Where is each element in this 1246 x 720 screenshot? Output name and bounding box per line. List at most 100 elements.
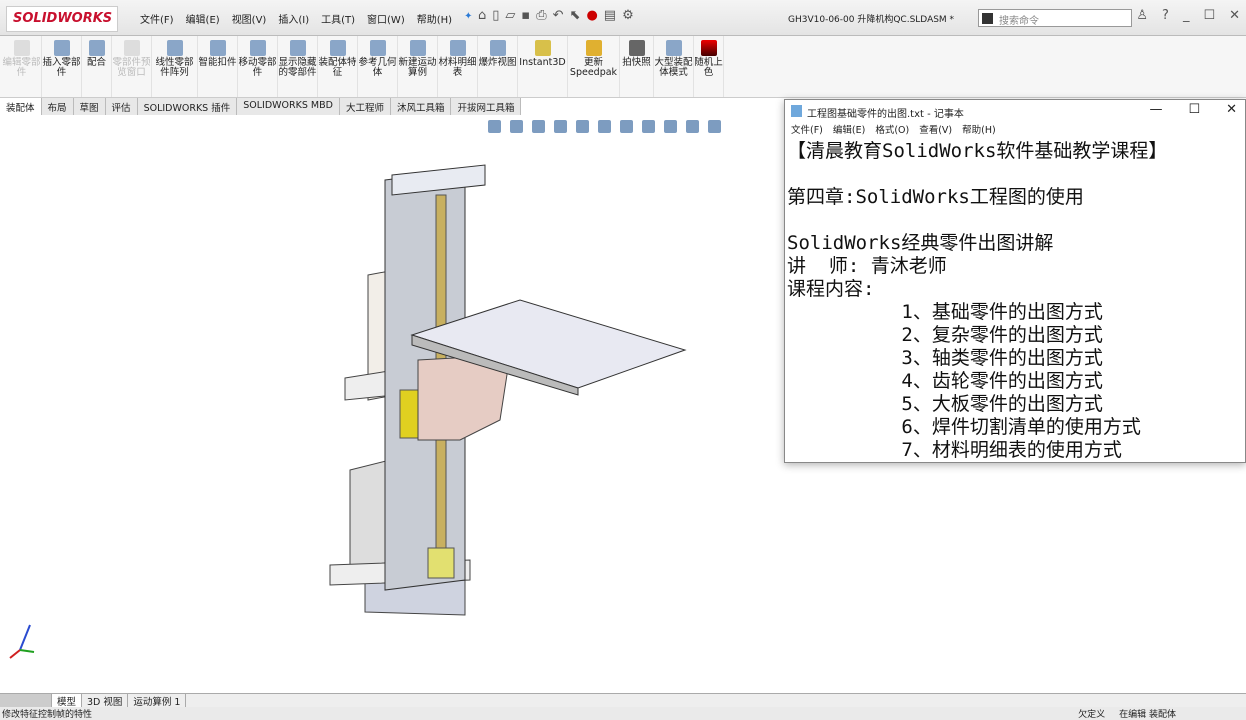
- reference-geometry-button[interactable]: 参考几何体: [358, 36, 398, 97]
- view-settings-icon[interactable]: [708, 120, 721, 133]
- edit-component-button[interactable]: 编辑零部件: [2, 36, 42, 97]
- maximize-button[interactable]: ☐: [1203, 8, 1215, 23]
- notepad-line: [787, 163, 1245, 186]
- exploded-view-button[interactable]: 爆炸视图: [478, 36, 518, 97]
- menu-view[interactable]: 视图(V): [232, 11, 267, 26]
- tab-assembly[interactable]: 装配体: [0, 98, 42, 115]
- tab-sketch[interactable]: 草图: [73, 98, 106, 115]
- tab-engineer[interactable]: 大工程师: [339, 98, 391, 115]
- status-message: 修改特征控制帧的特性: [2, 710, 93, 720]
- zoom-to-area-icon[interactable]: [510, 120, 523, 133]
- menu-edit[interactable]: 编辑(E): [186, 11, 220, 26]
- minimize-button[interactable]: _: [1183, 8, 1190, 23]
- title-bar: SOLIDWORKS 文件(F) 编辑(E) 视图(V) 插入(I) 工具(T)…: [0, 0, 1246, 36]
- rebuild-icon[interactable]: ●: [586, 8, 597, 23]
- insert-component-button[interactable]: 插入零部件: [42, 36, 82, 97]
- menu-insert[interactable]: 插入(I): [278, 11, 309, 26]
- tab-evaluate[interactable]: 评估: [105, 98, 138, 115]
- instant3d-button[interactable]: Instant3D: [518, 36, 568, 97]
- notepad-line: 【清晨教育SolidWorks软件基础教学课程】: [787, 140, 1168, 162]
- notepad-line: 第四章:SolidWorks工程图的使用: [787, 186, 1084, 208]
- random-color-icon: [700, 40, 717, 56]
- menu-tools[interactable]: 工具(T): [321, 11, 355, 26]
- tab-kaiba-toolbox[interactable]: 开拔网工具箱: [451, 98, 522, 115]
- new-document-icon[interactable]: ▯: [492, 8, 499, 23]
- notepad-close-button[interactable]: ✕: [1226, 102, 1237, 117]
- take-snapshot-button[interactable]: 拍快照: [620, 36, 654, 97]
- notepad-menu-view[interactable]: 查看(V): [919, 122, 952, 138]
- linear-pattern-icon: [166, 40, 183, 56]
- edit-appearance-icon[interactable]: [664, 120, 677, 133]
- notepad-text-area[interactable]: 【清晨教育SolidWorks软件基础教学课程】 第四章:SolidWorks工…: [785, 138, 1245, 462]
- menu-help[interactable]: 帮助(H): [417, 11, 452, 26]
- apply-scene-icon[interactable]: [686, 120, 699, 133]
- notepad-menu-format[interactable]: 格式(O): [875, 122, 909, 138]
- open-icon[interactable]: ▱: [505, 8, 515, 23]
- component-preview-button[interactable]: 零部件预览窗口: [112, 36, 152, 97]
- menu-file[interactable]: 文件(F): [140, 11, 174, 26]
- edit-component-icon: [13, 40, 30, 56]
- user-icon[interactable]: ♙: [1136, 8, 1148, 23]
- tab-mbd[interactable]: SOLIDWORKS MBD: [237, 98, 340, 115]
- coordinate-triad: [9, 624, 35, 659]
- tab-motion-study-1[interactable]: 运动算例 1: [128, 694, 187, 708]
- notepad-maximize-button[interactable]: ☐: [1188, 102, 1200, 117]
- notepad-menu-file[interactable]: 文件(F): [791, 122, 823, 138]
- select-icon[interactable]: ⬉: [570, 8, 581, 23]
- preview-window-icon: [123, 40, 140, 56]
- bill-of-materials-button[interactable]: 材料明细表: [438, 36, 478, 97]
- file-properties-icon[interactable]: ▤: [604, 8, 616, 23]
- help-icon[interactable]: ?: [1162, 8, 1169, 23]
- search-commands-input[interactable]: 搜索命令: [978, 9, 1132, 27]
- solidworks-logo[interactable]: SOLIDWORKS: [6, 6, 118, 32]
- command-tabs: 装配体 布局 草图 评估 SOLIDWORKS 插件 SOLIDWORKS MB…: [0, 98, 522, 115]
- notepad-menu-edit[interactable]: 编辑(E): [833, 122, 865, 138]
- options-gear-icon[interactable]: ⚙: [622, 8, 634, 23]
- notepad-line: 3、轴类零件的出图方式: [787, 347, 1103, 369]
- assembly-features-button[interactable]: 装配体特征: [318, 36, 358, 97]
- large-assembly-icon: [665, 40, 682, 56]
- insert-component-icon: [53, 40, 70, 56]
- notepad-line: [787, 209, 1245, 232]
- close-button[interactable]: ✕: [1229, 8, 1240, 23]
- large-assembly-mode-button[interactable]: 大型装配体模式: [654, 36, 694, 97]
- notepad-minimize-button[interactable]: —: [1149, 102, 1162, 117]
- notepad-menu-help[interactable]: 帮助(H): [962, 122, 996, 138]
- assembly-model: [329, 164, 687, 616]
- command-manager-ribbon: 编辑零部件 插入零部件 配合 零部件预览窗口 线性零部件阵列 智能扣件 移动零部…: [0, 36, 1246, 98]
- tab-model[interactable]: 模型: [52, 694, 83, 708]
- move-component-button[interactable]: 移动零部件: [238, 36, 278, 97]
- dynamic-annotation-icon[interactable]: [576, 120, 589, 133]
- hide-show-items-icon[interactable]: [642, 120, 655, 133]
- print-icon[interactable]: ⎙: [536, 8, 546, 23]
- new-motion-study-button[interactable]: 新建运动算例: [398, 36, 438, 97]
- view-orientation-icon[interactable]: [598, 120, 611, 133]
- display-style-icon[interactable]: [620, 120, 633, 133]
- pin-icon[interactable]: ✦: [464, 11, 472, 26]
- tab-addins[interactable]: SOLIDWORKS 插件: [137, 98, 238, 115]
- random-color-button[interactable]: 随机上色: [694, 36, 724, 97]
- save-icon[interactable]: ▪: [521, 8, 530, 23]
- undo-icon[interactable]: ↶: [553, 8, 564, 23]
- zoom-to-fit-icon[interactable]: [488, 120, 501, 133]
- home-icon[interactable]: ⌂: [478, 8, 486, 23]
- mate-icon: [88, 40, 105, 56]
- mate-button[interactable]: 配合: [82, 36, 112, 97]
- tab-scroll-area[interactable]: [0, 694, 52, 707]
- previous-view-icon[interactable]: [532, 120, 545, 133]
- tab-mufeng-toolbox[interactable]: 沐风工具箱: [390, 98, 452, 115]
- tab-3d-views[interactable]: 3D 视图: [82, 694, 129, 708]
- tab-layout[interactable]: 布局: [41, 98, 74, 115]
- show-hidden-components-button[interactable]: 显示隐藏的零部件: [278, 36, 318, 97]
- menu-window[interactable]: 窗口(W): [367, 11, 405, 26]
- linear-pattern-button[interactable]: 线性零部件阵列: [152, 36, 198, 97]
- notepad-line: 7、材料明细表的使用方式: [787, 439, 1122, 461]
- notepad-line: SolidWorks经典零件出图讲解: [787, 232, 1054, 254]
- smart-fasteners-button[interactable]: 智能扣件: [198, 36, 238, 97]
- assembly-features-icon: [329, 40, 346, 56]
- notepad-window-controls: — ☐ ✕: [1149, 102, 1237, 117]
- definition-state: 欠定义: [1078, 710, 1106, 720]
- notepad-line: 5、大板零件的出图方式: [787, 393, 1103, 415]
- section-view-icon[interactable]: [554, 120, 567, 133]
- update-speedpak-button[interactable]: 更新Speedpak: [568, 36, 620, 97]
